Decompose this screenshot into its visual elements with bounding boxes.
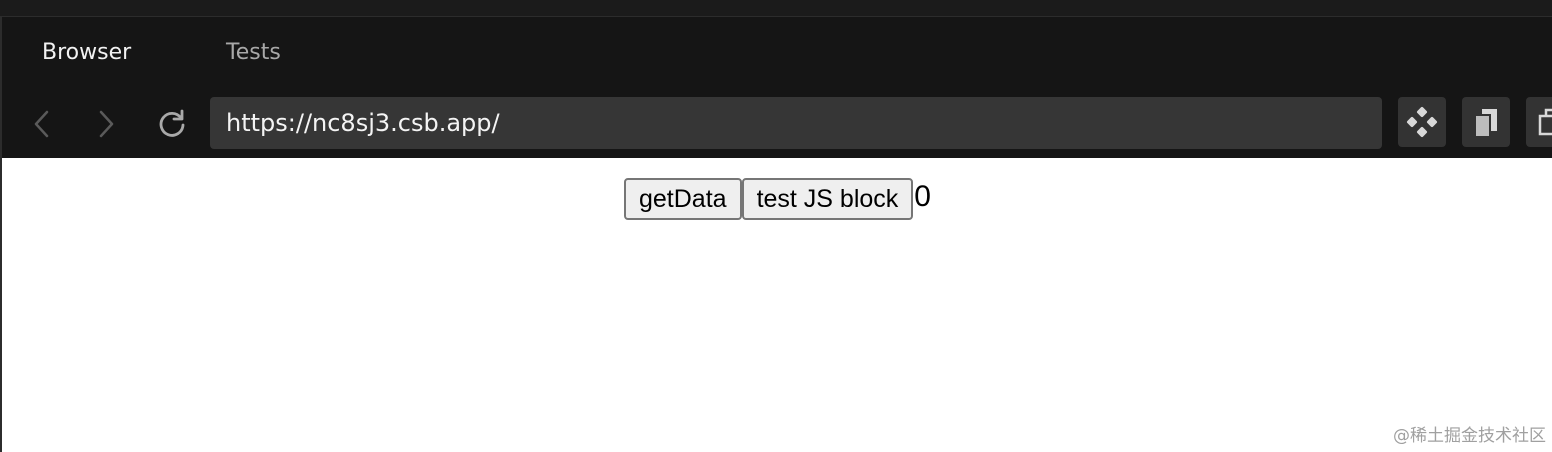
chevron-left-icon xyxy=(34,110,49,138)
reload-icon xyxy=(159,109,185,137)
url-input[interactable]: https://nc8sj3.csb.app/ xyxy=(210,97,1382,149)
browser-preview-window: Browser Tests https://nc8sj3.csb.app/ ge… xyxy=(0,0,1552,452)
tab-browser[interactable]: Browser xyxy=(42,17,131,89)
devtools-button[interactable] xyxy=(1398,97,1446,147)
chevron-right-icon xyxy=(99,110,114,138)
test-js-block-button[interactable]: test JS block xyxy=(741,178,914,220)
top-strip xyxy=(0,0,1552,17)
devtools-icon xyxy=(1406,106,1438,138)
button-row: getData test JS block 0 xyxy=(624,178,931,220)
counter-value: 0 xyxy=(914,180,931,213)
tab-tests[interactable]: Tests xyxy=(226,17,281,89)
page-viewport: getData test JS block 0 @稀土掘金技术社区 xyxy=(2,158,1552,452)
window-icon xyxy=(1538,108,1552,136)
watermark: @稀土掘金技术社区 xyxy=(1393,426,1546,446)
browser-toolbar: https://nc8sj3.csb.app/ xyxy=(2,89,1552,158)
forward-button[interactable] xyxy=(88,106,124,142)
copy-icon xyxy=(1474,109,1497,138)
get-data-button[interactable]: getData xyxy=(624,178,742,220)
reload-button[interactable] xyxy=(154,106,190,142)
back-button[interactable] xyxy=(24,106,60,142)
new-window-button[interactable] xyxy=(1526,97,1552,147)
tab-bar: Browser Tests xyxy=(2,17,1552,89)
copy-button[interactable] xyxy=(1462,97,1510,147)
